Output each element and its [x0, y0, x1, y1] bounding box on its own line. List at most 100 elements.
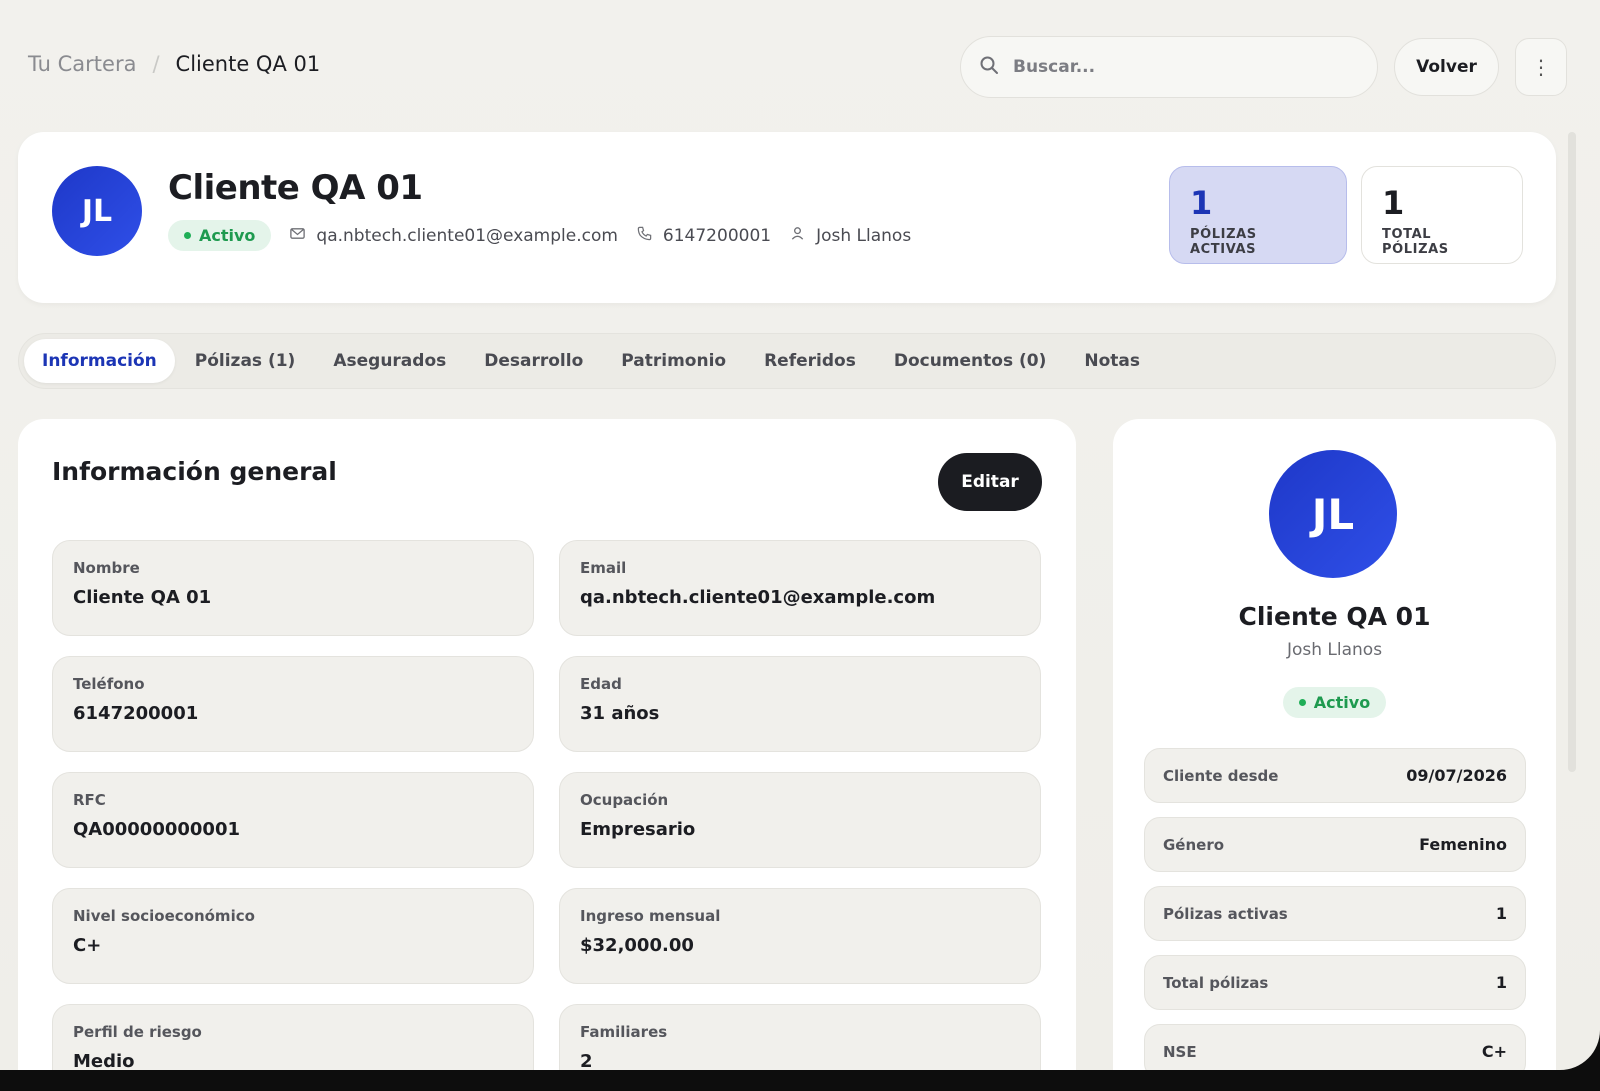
client-profile-card: JL Cliente QA 01 Josh Llanos Activo Clie… [1113, 419, 1556, 1070]
section-title: Información general [52, 457, 337, 486]
field-label: Familiares [580, 1023, 668, 1041]
client-email-text: qa.nbtech.cliente01@example.com [316, 225, 618, 246]
status-badge-label: Activo [199, 226, 256, 245]
tab-desarrollo[interactable]: Desarrollo [466, 339, 601, 383]
client-phone: 6147200001 [636, 225, 771, 247]
back-button[interactable]: Volver [1394, 38, 1499, 96]
breadcrumb-parent-link[interactable]: Tu Cartera [28, 52, 136, 76]
field-value: Cliente QA 01 [73, 587, 212, 608]
field-label: Ocupación [580, 791, 669, 809]
tab-polizas[interactable]: Pólizas (1) [177, 339, 314, 383]
detail-cliente-desde: Cliente desde 09/07/2026 [1144, 748, 1526, 803]
avatar: JL [52, 166, 142, 256]
user-icon [789, 225, 806, 247]
field-label: Teléfono [73, 675, 145, 693]
app-window: Tu Cartera / Cliente QA 01 Volver ⋮ JL C… [0, 0, 1600, 1070]
client-phone-text: 6147200001 [662, 225, 772, 246]
search-input[interactable] [1013, 57, 1353, 77]
profile-avatar: JL [1269, 450, 1397, 578]
profile-status-badge: Activo [1282, 687, 1387, 718]
profile-name: Cliente QA 01 [1238, 602, 1431, 631]
client-meta-row: Activo qa.nbtech.cliente01@example.com 6… [168, 220, 911, 251]
breadcrumb-separator: / [152, 52, 160, 76]
detail-genero: Género Femenino [1144, 817, 1526, 872]
detail-value: 1 [1495, 973, 1507, 992]
field-ingreso-mensual: Ingreso mensual $32,000.00 [559, 888, 1041, 984]
stat-total-label: TOTAL PÓLIZAS [1382, 227, 1449, 257]
field-value: Empresario [580, 819, 696, 840]
tab-asegurados[interactable]: Asegurados [315, 339, 464, 383]
field-label: Nivel socioeconómico [73, 907, 255, 925]
search-icon [979, 55, 999, 79]
stat-total-policies: 1 TOTAL PÓLIZAS [1361, 166, 1523, 264]
tab-informacion[interactable]: Información [24, 339, 175, 383]
stat-total-value: 1 [1382, 184, 1405, 222]
field-value: 6147200001 [73, 703, 199, 724]
field-label: Nombre [73, 559, 140, 577]
field-label: Edad [580, 675, 622, 693]
mail-icon [289, 225, 306, 247]
field-label: Perfil de riesgo [73, 1023, 202, 1041]
status-dot-icon [1298, 699, 1306, 706]
field-value: C+ [73, 935, 102, 956]
more-options-icon[interactable]: ⋮ [1515, 38, 1567, 96]
breadcrumb-current: Cliente QA 01 [175, 52, 321, 76]
field-label: Ingreso mensual [580, 907, 721, 925]
field-value: Medio [73, 1051, 135, 1070]
field-nombre: Nombre Cliente QA 01 [52, 540, 534, 636]
status-badge: Activo [168, 220, 272, 251]
field-value: qa.nbtech.cliente01@example.com [580, 587, 936, 608]
stat-active-policies: 1 PÓLIZAS ACTIVAS [1169, 166, 1347, 264]
page-scrollbar[interactable] [1568, 132, 1576, 772]
detail-polizas-activas: Pólizas activas 1 [1144, 886, 1526, 941]
client-agent: Josh Llanos [789, 225, 911, 247]
field-value: QA00000000001 [73, 819, 241, 840]
breadcrumb: Tu Cartera / Cliente QA 01 [28, 52, 320, 76]
profile-agent: Josh Llanos [1286, 640, 1383, 660]
stat-active-value: 1 [1190, 184, 1213, 222]
field-label: RFC [73, 791, 106, 809]
search-box[interactable] [960, 36, 1378, 98]
detail-label: Género [1163, 835, 1225, 854]
field-familiares: Familiares 2 [559, 1004, 1041, 1070]
profile-details-list: Cliente desde 09/07/2026 Género Femenino… [1144, 748, 1526, 1070]
detail-value: 1 [1495, 904, 1507, 923]
detail-label: Cliente desde [1163, 766, 1279, 785]
field-email: Email qa.nbtech.cliente01@example.com [559, 540, 1041, 636]
field-edad: Edad 31 años [559, 656, 1041, 752]
stat-active-label: PÓLIZAS ACTIVAS [1190, 227, 1257, 257]
field-rfc: RFC QA00000000001 [52, 772, 534, 868]
general-info-card: Información general Editar Nombre Client… [18, 419, 1076, 1070]
status-dot-icon [184, 232, 191, 239]
phone-icon [636, 225, 653, 247]
field-value: 31 años [580, 703, 660, 724]
field-value: $32,000.00 [580, 935, 694, 956]
edit-button[interactable]: Editar [938, 453, 1042, 511]
detail-value: C+ [1481, 1042, 1507, 1061]
profile-status-label: Activo [1313, 693, 1371, 712]
field-ocupacion: Ocupación Empresario [559, 772, 1041, 868]
page-title: Cliente QA 01 [168, 168, 423, 208]
detail-nse: NSE C+ [1144, 1024, 1526, 1070]
tab-documentos[interactable]: Documentos (0) [876, 339, 1065, 383]
field-label: Email [580, 559, 627, 577]
detail-label: NSE [1163, 1042, 1197, 1061]
detail-value: Femenino [1419, 835, 1507, 854]
field-telefono: Teléfono 6147200001 [52, 656, 534, 752]
field-nivel-socioeconomico: Nivel socioeconómico C+ [52, 888, 534, 984]
detail-value: 09/07/2026 [1406, 766, 1507, 785]
tab-referidos[interactable]: Referidos [746, 339, 874, 383]
tab-patrimonio[interactable]: Patrimonio [603, 339, 744, 383]
detail-total-polizas: Total pólizas 1 [1144, 955, 1526, 1010]
field-value: 2 [580, 1051, 593, 1070]
profile-status-wrap: Activo [1113, 687, 1556, 718]
tab-notas[interactable]: Notas [1066, 339, 1158, 383]
client-email: qa.nbtech.cliente01@example.com [289, 225, 618, 247]
detail-label: Pólizas activas [1163, 904, 1288, 923]
client-header-card: JL Cliente QA 01 Activo qa.nbtech.client… [18, 132, 1556, 303]
detail-label: Total pólizas [1163, 973, 1269, 992]
tab-bar: Información Pólizas (1) Asegurados Desar… [18, 333, 1556, 389]
field-perfil-riesgo: Perfil de riesgo Medio [52, 1004, 534, 1070]
info-field-grid: Nombre Cliente QA 01 Email qa.nbtech.cli… [52, 540, 1041, 1070]
client-agent-text: Josh Llanos [816, 225, 912, 246]
